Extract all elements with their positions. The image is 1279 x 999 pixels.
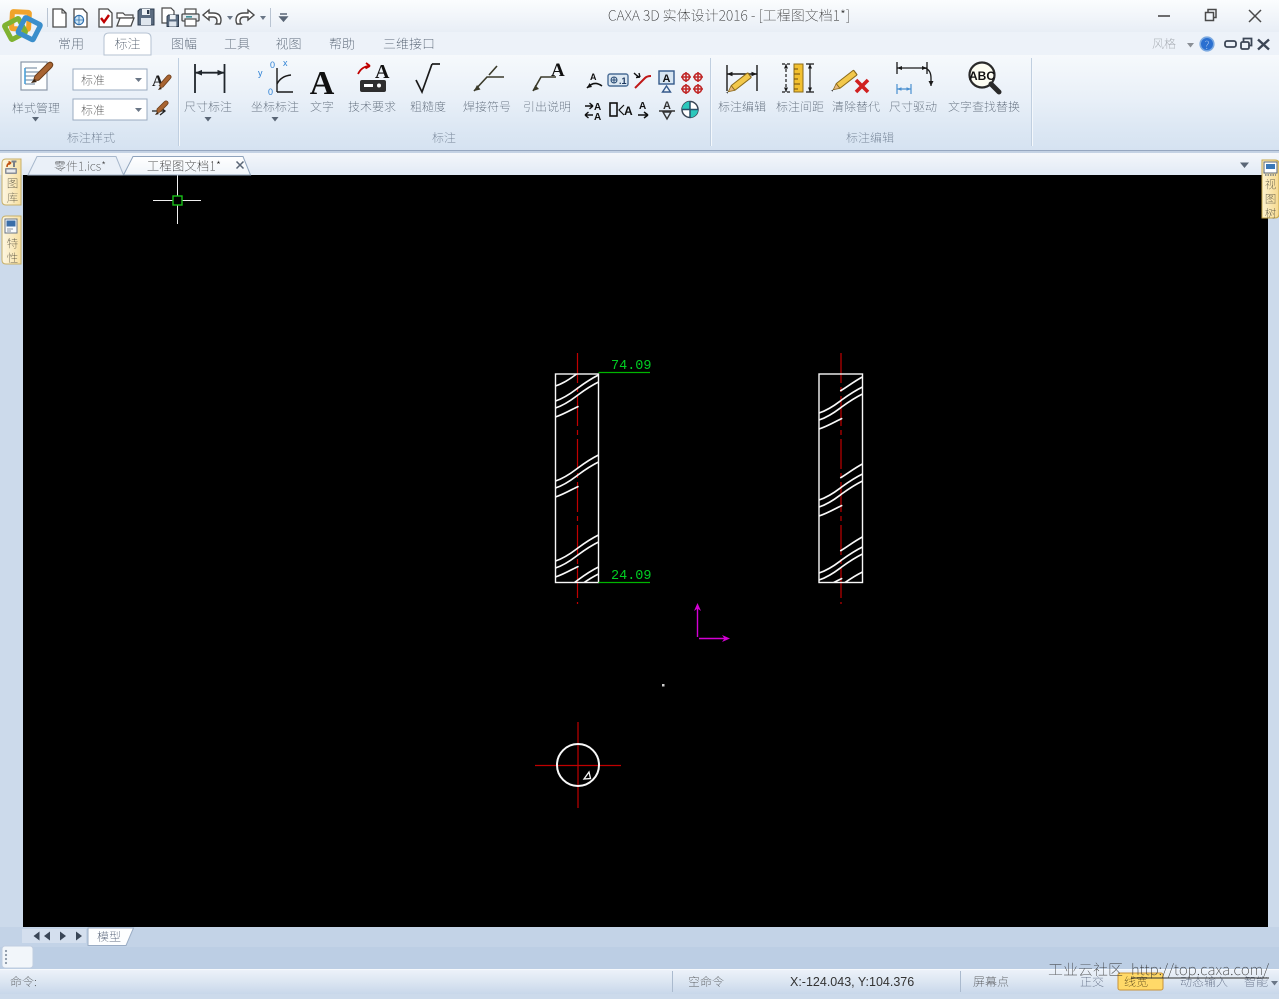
svg-text:A: A [639,101,646,112]
svg-text:A: A [375,61,390,83]
svg-text:24.09: 24.09 [611,569,652,584]
svg-text:A: A [590,72,597,82]
svg-text:A: A [663,73,671,85]
svg-text:74.09: 74.09 [611,359,652,374]
svg-text:A: A [663,100,671,112]
svg-text:A: A [594,112,601,123]
svg-text:A: A [310,65,335,102]
svg-text:0: 0 [270,60,275,70]
svg-text:A: A [551,60,565,81]
svg-text:X:-124.043, Y:104.376: X:-124.043, Y:104.376 [790,975,914,989]
svg-text:y: y [258,68,263,78]
svg-text:.1: .1 [619,76,627,86]
svg-text:x: x [283,58,288,68]
svg-text:A: A [624,104,633,118]
svg-text:ABC: ABC [969,69,995,83]
svg-text:0: 0 [268,87,273,97]
